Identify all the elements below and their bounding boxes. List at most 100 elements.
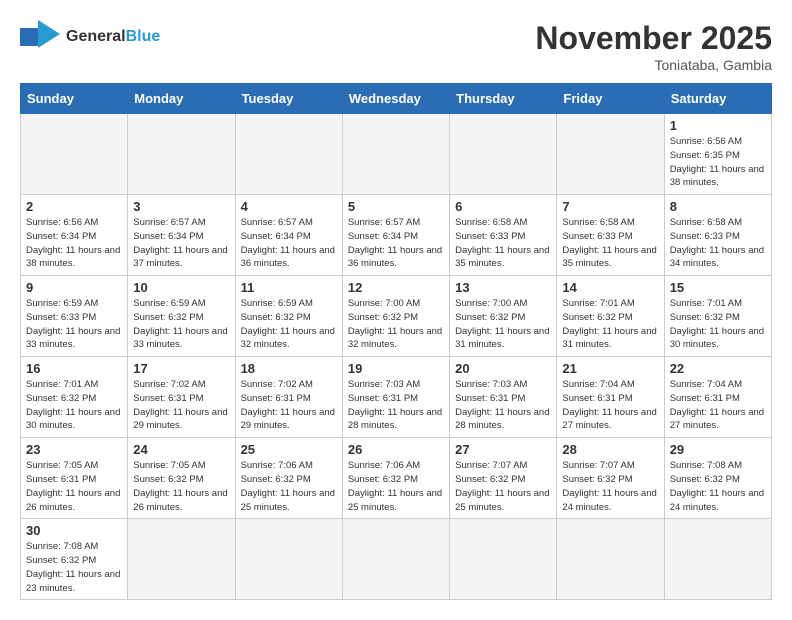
day-number: 12 (348, 280, 444, 295)
day-number: 5 (348, 199, 444, 214)
calendar-cell: 8Sunrise: 6:58 AM Sunset: 6:33 PM Daylig… (664, 195, 771, 276)
week-row: 16Sunrise: 7:01 AM Sunset: 6:32 PM Dayli… (21, 357, 772, 438)
day-info: Sunrise: 6:58 AM Sunset: 6:33 PM Dayligh… (455, 216, 551, 271)
day-info: Sunrise: 7:01 AM Sunset: 6:32 PM Dayligh… (562, 297, 658, 352)
day-number: 25 (241, 442, 337, 457)
calendar-cell: 7 Sunrise: 6:58 AM Sunset: 6:33 PM Daylig… (557, 195, 664, 276)
day-info: Sunrise: 7:02 AM Sunset: 6:31 PM Dayligh… (241, 378, 337, 433)
calendar: SundayMondayTuesdayWednesdayThursdayFrid… (20, 83, 772, 600)
calendar-cell: 13 Sunrise: 7:00 AM Sunset: 6:32 PM Dayli… (450, 276, 557, 357)
weekday-header: Saturday (664, 84, 771, 114)
calendar-cell: 29Sunrise: 7:08 AM Sunset: 6:32 PM Dayli… (664, 438, 771, 519)
calendar-cell (450, 114, 557, 195)
day-info: Sunrise: 6:56 AM Sunset: 6:35 PM Dayligh… (670, 135, 766, 190)
calendar-cell: 2Sunrise: 6:56 AM Sunset: 6:34 PM Daylig… (21, 195, 128, 276)
calendar-cell: 30 Sunrise: 7:08 AM Sunset: 6:32 PM Dayli… (21, 519, 128, 600)
day-info: Sunrise: 7:08 AM Sunset: 6:32 PM Dayligh… (26, 540, 122, 595)
page-header: GeneralBlue November 2025 Toniataba, Gam… (20, 20, 772, 73)
calendar-cell (235, 519, 342, 600)
day-number: 21 (562, 361, 658, 376)
day-number: 18 (241, 361, 337, 376)
day-number: 14 (562, 280, 658, 295)
day-number: 27 (455, 442, 551, 457)
calendar-cell: 5 Sunrise: 6:57 AM Sunset: 6:34 PM Daylig… (342, 195, 449, 276)
calendar-cell: 11Sunrise: 6:59 AM Sunset: 6:32 PM Dayli… (235, 276, 342, 357)
day-number: 10 (133, 280, 229, 295)
calendar-cell: 14 Sunrise: 7:01 AM Sunset: 6:32 PM Dayli… (557, 276, 664, 357)
calendar-cell (235, 114, 342, 195)
calendar-cell (342, 114, 449, 195)
day-info: Sunrise: 7:00 AM Sunset: 6:32 PM Dayligh… (348, 297, 444, 352)
weekday-header: Tuesday (235, 84, 342, 114)
day-number: 1 (670, 118, 766, 133)
day-info: Sunrise: 7:02 AM Sunset: 6:31 PM Dayligh… (133, 378, 229, 433)
calendar-cell: 27 Sunrise: 7:07 AM Sunset: 6:32 PM Dayli… (450, 438, 557, 519)
calendar-cell: 24 Sunrise: 7:05 AM Sunset: 6:32 PM Dayli… (128, 438, 235, 519)
calendar-cell: 1 Sunrise: 6:56 AM Sunset: 6:35 PM Daylig… (664, 114, 771, 195)
calendar-cell (557, 114, 664, 195)
weekday-header: Monday (128, 84, 235, 114)
day-number: 30 (26, 523, 122, 538)
logo-text: GeneralBlue (66, 28, 160, 46)
calendar-cell: 4Sunrise: 6:57 AM Sunset: 6:34 PM Daylig… (235, 195, 342, 276)
day-number: 4 (241, 199, 337, 214)
month-year: November 2025 (535, 20, 772, 57)
day-number: 13 (455, 280, 551, 295)
day-info: Sunrise: 7:04 AM Sunset: 6:31 PM Dayligh… (562, 378, 658, 433)
day-number: 9 (26, 280, 122, 295)
calendar-cell: 25Sunrise: 7:06 AM Sunset: 6:32 PM Dayli… (235, 438, 342, 519)
day-info: Sunrise: 6:59 AM Sunset: 6:32 PM Dayligh… (133, 297, 229, 352)
calendar-cell: 19Sunrise: 7:03 AM Sunset: 6:31 PM Dayli… (342, 357, 449, 438)
day-info: Sunrise: 6:57 AM Sunset: 6:34 PM Dayligh… (348, 216, 444, 271)
calendar-cell: 6 Sunrise: 6:58 AM Sunset: 6:33 PM Daylig… (450, 195, 557, 276)
day-number: 17 (133, 361, 229, 376)
calendar-cell (21, 114, 128, 195)
weekday-header: Wednesday (342, 84, 449, 114)
day-number: 2 (26, 199, 122, 214)
calendar-cell: 9 Sunrise: 6:59 AM Sunset: 6:33 PM Daylig… (21, 276, 128, 357)
week-row: 30 Sunrise: 7:08 AM Sunset: 6:32 PM Dayli… (21, 519, 772, 600)
calendar-cell: 16Sunrise: 7:01 AM Sunset: 6:32 PM Dayli… (21, 357, 128, 438)
calendar-cell (128, 114, 235, 195)
day-number: 6 (455, 199, 551, 214)
day-number: 7 (562, 199, 658, 214)
calendar-cell: 17 Sunrise: 7:02 AM Sunset: 6:31 PM Dayli… (128, 357, 235, 438)
weekday-header: Friday (557, 84, 664, 114)
day-number: 23 (26, 442, 122, 457)
day-info: Sunrise: 7:00 AM Sunset: 6:32 PM Dayligh… (455, 297, 551, 352)
day-info: Sunrise: 6:59 AM Sunset: 6:33 PM Dayligh… (26, 297, 122, 352)
day-number: 24 (133, 442, 229, 457)
calendar-cell: 18 Sunrise: 7:02 AM Sunset: 6:31 PM Dayli… (235, 357, 342, 438)
week-row: 9 Sunrise: 6:59 AM Sunset: 6:33 PM Daylig… (21, 276, 772, 357)
day-info: Sunrise: 6:58 AM Sunset: 6:33 PM Dayligh… (562, 216, 658, 271)
day-info: Sunrise: 7:07 AM Sunset: 6:32 PM Dayligh… (562, 459, 658, 514)
calendar-cell: 20Sunrise: 7:03 AM Sunset: 6:31 PM Dayli… (450, 357, 557, 438)
day-info: Sunrise: 7:04 AM Sunset: 6:31 PM Dayligh… (670, 378, 766, 433)
day-number: 19 (348, 361, 444, 376)
day-info: Sunrise: 7:01 AM Sunset: 6:32 PM Dayligh… (26, 378, 122, 433)
day-info: Sunrise: 7:07 AM Sunset: 6:32 PM Dayligh… (455, 459, 551, 514)
week-row: 23 Sunrise: 7:05 AM Sunset: 6:31 PM Dayli… (21, 438, 772, 519)
calendar-cell: 21 Sunrise: 7:04 AM Sunset: 6:31 PM Dayli… (557, 357, 664, 438)
calendar-cell: 15 Sunrise: 7:01 AM Sunset: 6:32 PM Dayli… (664, 276, 771, 357)
calendar-cell (664, 519, 771, 600)
calendar-cell: 26Sunrise: 7:06 AM Sunset: 6:32 PM Dayli… (342, 438, 449, 519)
calendar-cell (450, 519, 557, 600)
day-info: Sunrise: 7:05 AM Sunset: 6:31 PM Dayligh… (26, 459, 122, 514)
day-number: 22 (670, 361, 766, 376)
week-row: 1 Sunrise: 6:56 AM Sunset: 6:35 PM Daylig… (21, 114, 772, 195)
week-row: 2Sunrise: 6:56 AM Sunset: 6:34 PM Daylig… (21, 195, 772, 276)
weekday-header: Thursday (450, 84, 557, 114)
calendar-cell: 28 Sunrise: 7:07 AM Sunset: 6:32 PM Dayli… (557, 438, 664, 519)
day-info: Sunrise: 7:01 AM Sunset: 6:32 PM Dayligh… (670, 297, 766, 352)
calendar-cell: 12 Sunrise: 7:00 AM Sunset: 6:32 PM Dayli… (342, 276, 449, 357)
day-info: Sunrise: 7:05 AM Sunset: 6:32 PM Dayligh… (133, 459, 229, 514)
location: Toniataba, Gambia (535, 57, 772, 73)
day-number: 28 (562, 442, 658, 457)
day-number: 15 (670, 280, 766, 295)
day-info: Sunrise: 6:59 AM Sunset: 6:32 PM Dayligh… (241, 297, 337, 352)
logo-icon (20, 20, 60, 54)
weekday-header: Sunday (21, 84, 128, 114)
calendar-cell: 10 Sunrise: 6:59 AM Sunset: 6:32 PM Dayli… (128, 276, 235, 357)
day-info: Sunrise: 7:08 AM Sunset: 6:32 PM Dayligh… (670, 459, 766, 514)
